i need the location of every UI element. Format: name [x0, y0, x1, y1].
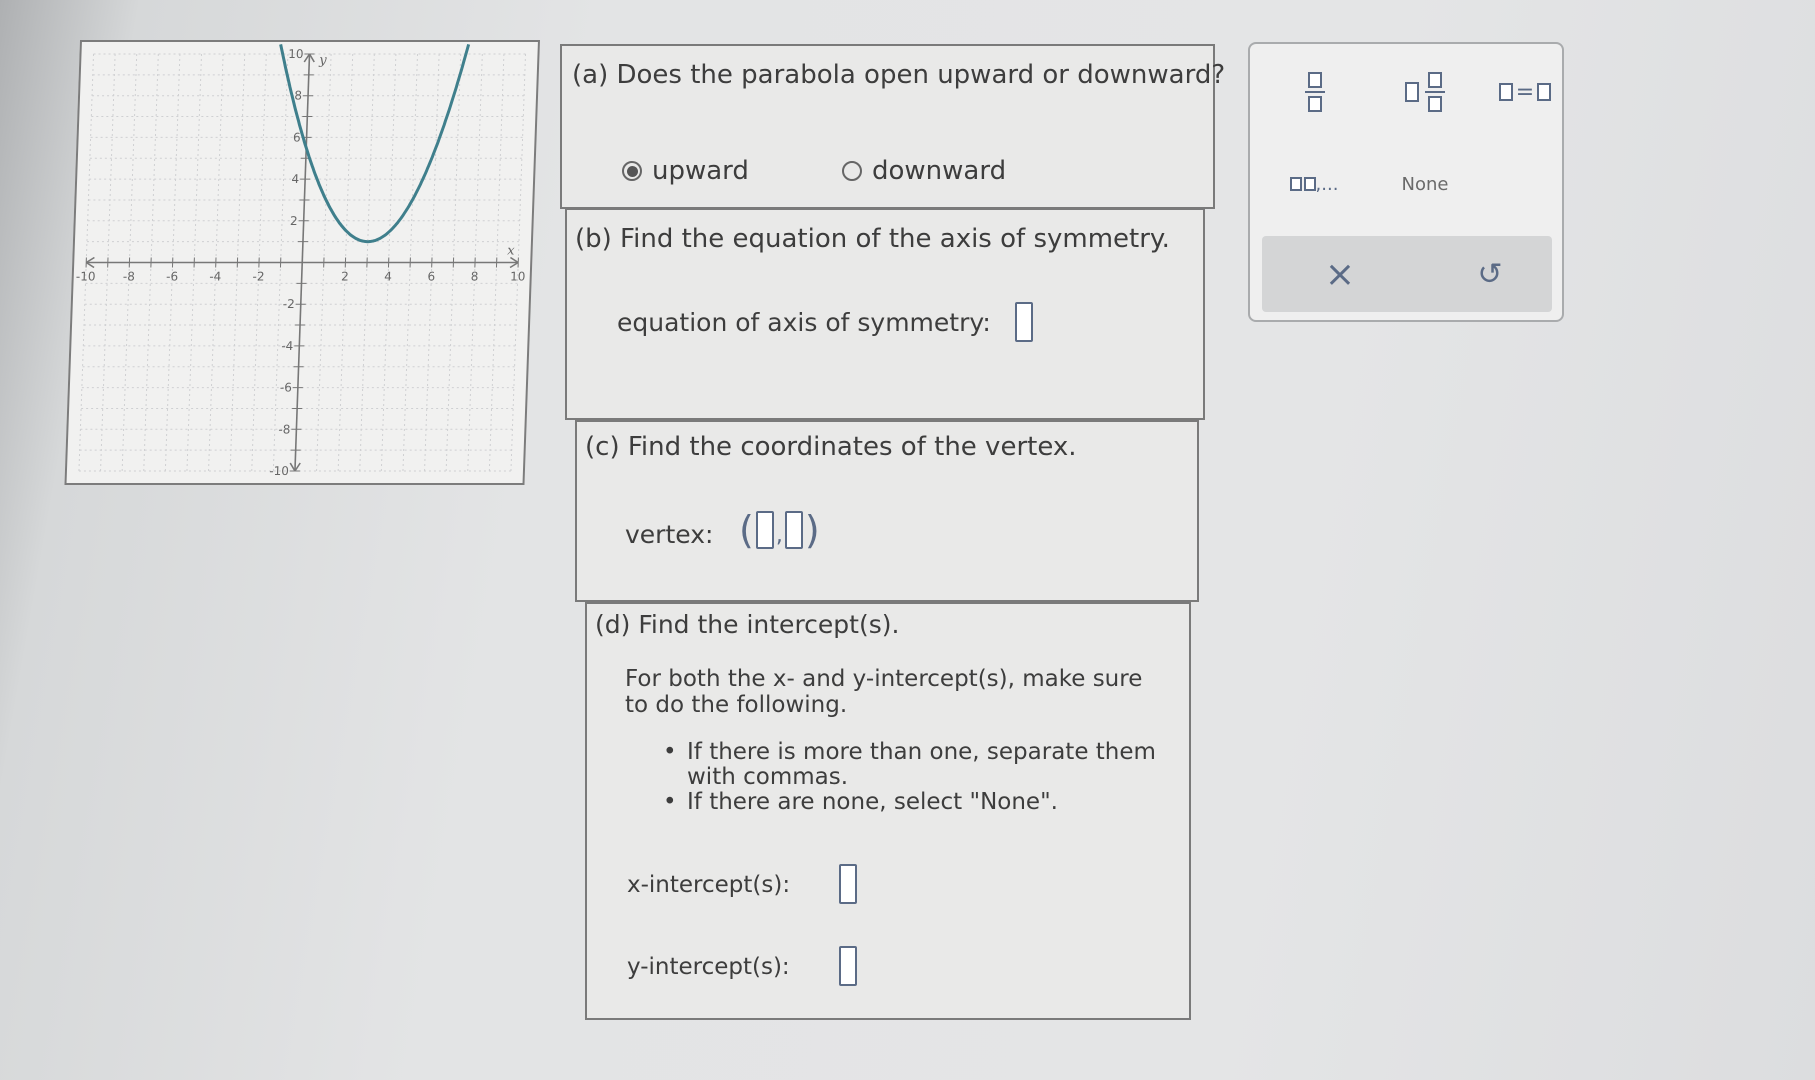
equation-right-icon	[1537, 83, 1552, 101]
y-tick-label: -2	[283, 297, 295, 311]
y-tick-label: -4	[281, 339, 293, 353]
y-axis-label: y	[318, 53, 328, 68]
bullet-item-1: If there is more than one, separate them…	[659, 740, 1156, 790]
vertex-open-paren: (	[739, 508, 754, 552]
mixed-whole-icon	[1405, 82, 1419, 102]
axis-symmetry-label: equation of axis of symmetry:	[617, 308, 991, 337]
y-tick-label: 8	[294, 89, 302, 103]
part-b-panel: (b) Find the equation of the axis of sym…	[565, 208, 1205, 420]
clear-button[interactable]: ×	[1312, 246, 1368, 302]
x-tick-label: 6	[427, 270, 435, 284]
part-d-prompt: (d) Find the intercept(s).	[595, 610, 900, 639]
part-a-prompt: (a) Does the parabola open upward or dow…	[572, 60, 1226, 90]
x-tick-label: -4	[209, 270, 221, 284]
bullet-1-line-2: with commas.	[687, 764, 849, 790]
mixed-bar-icon	[1425, 91, 1445, 93]
fraction-numerator-icon	[1308, 72, 1322, 88]
y-tick-label: 4	[291, 172, 299, 186]
fraction-denominator-icon	[1308, 96, 1322, 112]
coordinate-graph: -10 -8 -6 -4 -2 2 4 6 8 10 10 8 6 4 2 -2 -4 -6 -8 -10 x y	[76, 44, 527, 478]
graph-panel: -10 -8 -6 -4 -2 2 4 6 8 10 10 8 6 4 2 -2 -4 -6 -8 -10 x y	[64, 40, 540, 485]
radio-button-selected-icon[interactable]	[622, 161, 642, 181]
clear-icon: ×	[1324, 253, 1356, 295]
part-c-prompt: (c) Find the coordinates of the vertex.	[585, 432, 1077, 462]
y-tick-label: 10	[288, 47, 304, 61]
mixed-numerator-icon	[1428, 72, 1442, 88]
y-tick-label: -6	[280, 381, 292, 395]
x-intercept-input[interactable]	[839, 864, 857, 904]
x-tick-label: 10	[510, 270, 526, 284]
instructions-line-1: For both the x- and y-intercept(s), make…	[625, 666, 1143, 692]
list-ellipsis: ,...	[1315, 173, 1339, 195]
instructions-bullets: If there is more than one, separate them…	[659, 740, 1156, 816]
vertex-input-group: ( , )	[739, 508, 820, 552]
bullet-1-line-1: If there is more than one, separate them	[687, 739, 1156, 765]
part-d-panel: (d) Find the intercept(s). For both the …	[585, 602, 1191, 1020]
part-c-panel: (c) Find the coordinates of the vertex. …	[575, 420, 1199, 602]
axis-symmetry-input[interactable]	[1015, 302, 1033, 342]
y-intercept-label: y-intercept(s):	[627, 954, 790, 980]
toolbar-action-bar: × ↺	[1262, 236, 1552, 312]
instructions-line-2: to do the following.	[625, 692, 848, 718]
list-item-2-icon	[1303, 177, 1316, 191]
part-a-panel: (a) Does the parabola open upward or dow…	[560, 44, 1225, 209]
fraction-bar-icon	[1305, 91, 1325, 93]
radio-downward-label: downward	[872, 156, 1007, 186]
radio-upward[interactable]: upward	[622, 156, 749, 186]
mixed-denominator-icon	[1428, 96, 1442, 112]
radio-upward-label: upward	[652, 156, 749, 186]
part-b-prompt: (b) Find the equation of the axis of sym…	[575, 224, 1170, 254]
y-tick-label: 6	[293, 130, 301, 144]
y-tick-label: -10	[269, 464, 289, 478]
vertex-x-input[interactable]	[755, 511, 774, 549]
list-button[interactable]: ,...	[1274, 164, 1354, 204]
vertex-y-input[interactable]	[784, 511, 803, 549]
equation-left-icon	[1498, 83, 1513, 101]
vertex-close-paren: )	[804, 508, 820, 552]
x-tick-label: 2	[341, 270, 349, 284]
radio-button-empty-icon[interactable]	[842, 161, 862, 181]
equation-button[interactable]: =	[1490, 70, 1560, 114]
x-tick-label: 8	[470, 270, 478, 284]
none-button[interactable]: None	[1380, 164, 1470, 204]
mixed-number-button[interactable]	[1390, 64, 1460, 120]
undo-button[interactable]: ↺	[1462, 246, 1518, 302]
equals-sign: =	[1515, 79, 1535, 105]
x-tick-label: -2	[252, 270, 264, 284]
math-toolbar: = ,... None × ↺	[1248, 42, 1564, 322]
x-tick-label: 4	[384, 270, 392, 284]
x-axis-label: x	[507, 244, 516, 259]
x-tick-label: -6	[166, 270, 178, 284]
none-button-label: None	[1401, 173, 1449, 195]
y-tick-label: -8	[278, 422, 290, 436]
parabola-curve	[279, 44, 471, 244]
y-intercept-input[interactable]	[839, 946, 857, 986]
fraction-button[interactable]	[1290, 64, 1340, 120]
y-tick-label: 2	[290, 214, 298, 228]
bullet-item-2: If there are none, select "None".	[659, 789, 1156, 816]
bullet-2-text: If there are none, select "None".	[687, 789, 1058, 815]
undo-icon: ↺	[1477, 256, 1503, 292]
radio-downward[interactable]: downward	[842, 156, 1006, 186]
x-intercept-label: x-intercept(s):	[627, 872, 791, 898]
list-item-1-icon	[1289, 177, 1302, 191]
vertex-comma: ,	[775, 523, 783, 548]
x-tick-label: -8	[123, 270, 135, 284]
x-tick-label: -10	[76, 270, 96, 284]
vertex-label: vertex:	[625, 520, 714, 549]
